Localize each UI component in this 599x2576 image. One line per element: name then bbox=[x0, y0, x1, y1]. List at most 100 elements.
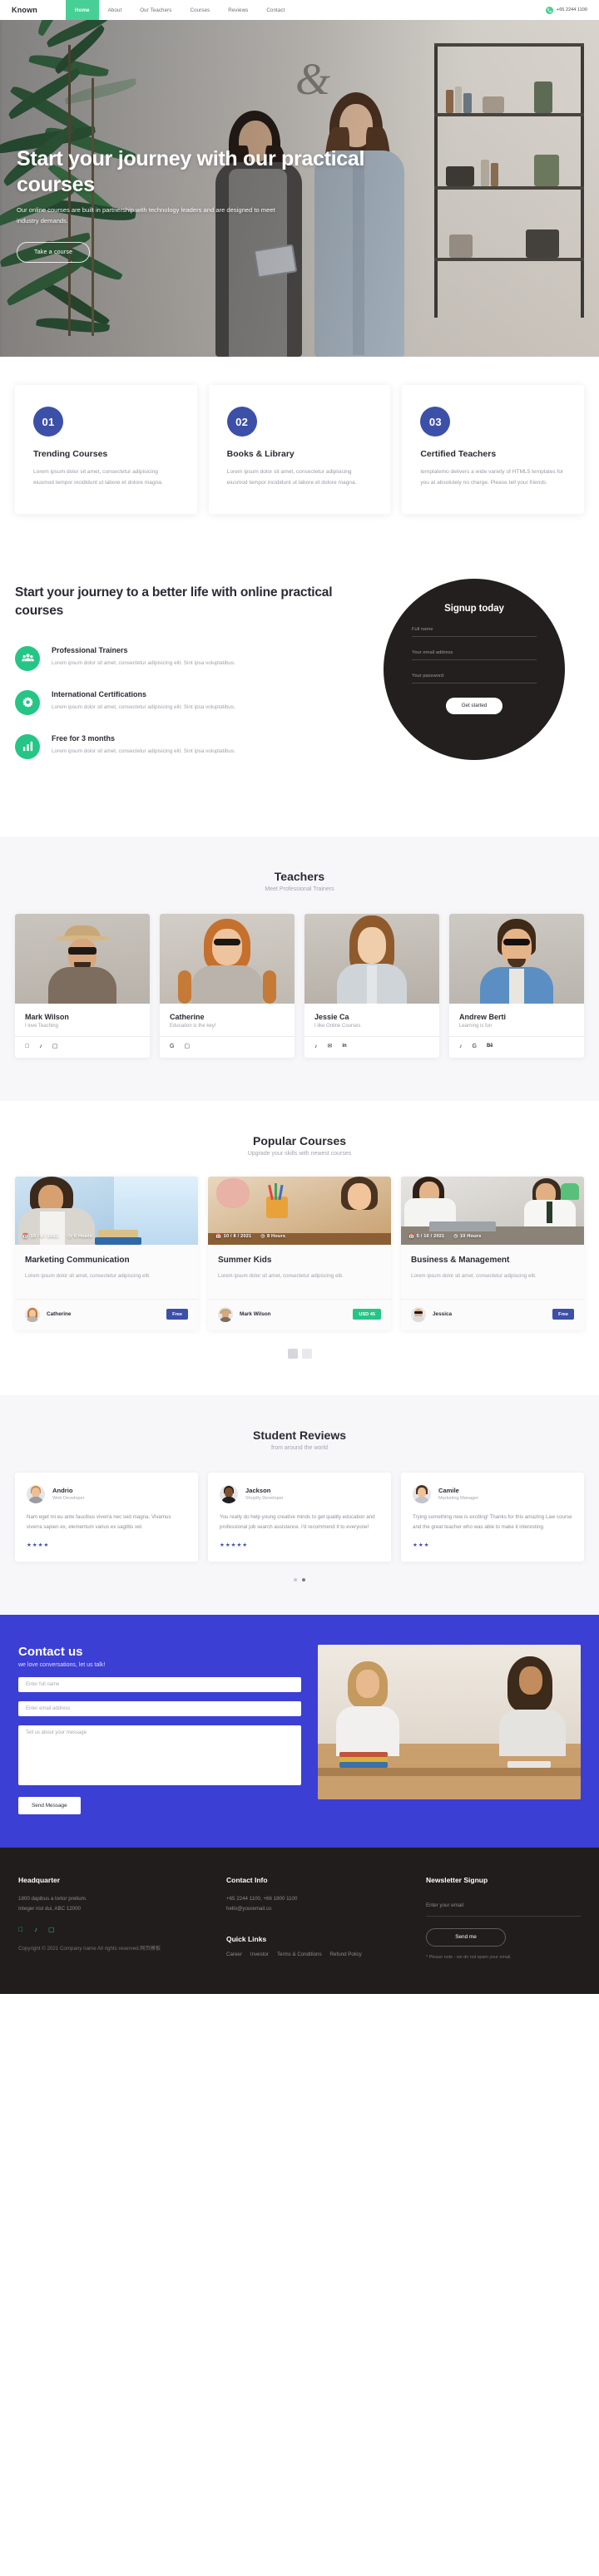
course-author: Catherine bbox=[47, 1311, 72, 1318]
feature-number-badge: 02 bbox=[226, 407, 257, 437]
teacher-name: Andrew Berti bbox=[459, 1012, 507, 1021]
send-message-button[interactable]: Send Message bbox=[18, 1796, 81, 1814]
twitter-icon[interactable]: ♪ bbox=[459, 1044, 463, 1049]
contact-subtitle: we love conversations, let us talk! bbox=[18, 1661, 106, 1668]
teacher-card[interactable]: Catherine Education is the key! G ▢ bbox=[160, 913, 295, 1058]
google-icon[interactable]: G bbox=[170, 1044, 174, 1049]
behance-icon[interactable]: Bē bbox=[487, 1044, 493, 1049]
review-role: Marketing Manager bbox=[438, 1496, 479, 1502]
contact-section: Contact us we love conversations, let us… bbox=[0, 1614, 599, 1848]
course-duration: ◷ 10 Hours bbox=[453, 1233, 482, 1239]
footer-link-investor[interactable]: Investor bbox=[250, 1950, 269, 1961]
nav-item-reviews[interactable]: Reviews bbox=[219, 0, 257, 20]
navbar-phone[interactable]: +65 2244 1100 bbox=[545, 6, 587, 14]
avatar bbox=[27, 1484, 45, 1503]
journey-item-text: Lorem ipsum dolor sit amet, consectetur … bbox=[52, 748, 235, 754]
course-date: 📅 15 / 8 / 2021 bbox=[22, 1233, 59, 1239]
courses-pagination bbox=[0, 1348, 599, 1359]
pagination-next[interactable] bbox=[301, 1348, 312, 1359]
avatar bbox=[218, 1306, 233, 1322]
google-icon[interactable]: G bbox=[473, 1044, 477, 1049]
review-text: Trying something new is exciting! Thanks… bbox=[413, 1513, 572, 1531]
email-icon[interactable]: ✉ bbox=[328, 1044, 333, 1049]
teacher-card[interactable]: Jessie Ca I like Online Courses ♪ ✉ in bbox=[304, 913, 439, 1058]
send-me-button[interactable]: Send me bbox=[426, 1927, 506, 1947]
feature-card-books-library[interactable]: 02 Books & Library Lorem ipsum dolor sit… bbox=[208, 385, 391, 514]
nav-item-our-teachers[interactable]: Our Teachers bbox=[131, 0, 181, 20]
clock-icon: ◷ bbox=[260, 1233, 265, 1239]
review-stars: ★★★ bbox=[413, 1542, 430, 1548]
footer-contact-phone[interactable]: +65 2244 1100, +66 1800 1100 bbox=[226, 1894, 418, 1905]
footer-link-career[interactable]: Career bbox=[226, 1950, 242, 1961]
reviews-dot-1[interactable] bbox=[294, 1577, 297, 1582]
avatar bbox=[25, 1306, 40, 1322]
footer-link-refund-policy[interactable]: Refund Policy bbox=[330, 1950, 362, 1961]
feature-card-trending-courses[interactable]: 01 Trending Courses Lorem ipsum dolor si… bbox=[15, 385, 197, 514]
brand-logo[interactable]: Known bbox=[12, 6, 37, 14]
teachers-title: Teachers bbox=[274, 869, 325, 883]
facebook-icon[interactable]:  bbox=[25, 1044, 29, 1049]
nav-item-courses[interactable]: Courses bbox=[181, 0, 220, 20]
footer-link-terms[interactable]: Terms & Conditions bbox=[277, 1950, 322, 1961]
reviews-title: Student Reviews bbox=[252, 1428, 347, 1442]
contact-name-placeholder: Enter full name bbox=[26, 1681, 60, 1687]
review-author: Andrio bbox=[52, 1487, 73, 1495]
feature-title: Trending Courses bbox=[33, 449, 108, 459]
teacher-role: I love Teaching bbox=[25, 1023, 58, 1029]
review-card: Jackson Shopify Developer You really do … bbox=[208, 1472, 391, 1562]
contact-message-textarea[interactable]: Tell us about your message bbox=[18, 1725, 301, 1785]
signup-fullname-field[interactable]: Full name bbox=[412, 627, 537, 637]
journey-item-international-certifications: International Certifications Lorem ipsum… bbox=[15, 689, 356, 715]
signup-card: Signup today Full name Your email addres… bbox=[384, 578, 565, 760]
course-title: Summer Kids bbox=[218, 1255, 272, 1265]
footer-contact-email[interactable]: hello@youremail.co bbox=[226, 1904, 418, 1915]
take-a-course-button[interactable]: Take a course bbox=[17, 241, 91, 263]
hero-section: & Start your jou bbox=[0, 20, 599, 357]
get-started-button[interactable]: Get started bbox=[446, 697, 502, 714]
newsletter-email-input[interactable]: Enter your email bbox=[426, 1896, 581, 1917]
footer-contact-info: Contact Info +65 2244 1100, +66 1800 110… bbox=[226, 1876, 418, 1961]
nav-item-about[interactable]: About bbox=[99, 0, 131, 20]
feature-card-certified-teachers[interactable]: 03 Certified Teachers templatemo deliver… bbox=[402, 385, 585, 514]
reviews-section: Student Reviews from around the world An… bbox=[0, 1394, 599, 1615]
contact-email-input[interactable]: Enter email address bbox=[18, 1700, 301, 1716]
calendar-icon: 📅 bbox=[22, 1233, 29, 1239]
signup-title: Signup today bbox=[444, 603, 504, 614]
course-card[interactable]: 📅 5 / 10 / 2021 ◷ 10 Hours Business & Mana… bbox=[401, 1176, 584, 1330]
contact-name-input[interactable]: Enter full name bbox=[18, 1676, 301, 1692]
twitter-icon[interactable]: ♪ bbox=[39, 1044, 42, 1049]
teacher-role: I like Online Courses bbox=[314, 1023, 361, 1029]
feature-number-badge: 01 bbox=[33, 407, 63, 437]
course-date: 📅 10 / 8 / 2021 bbox=[215, 1233, 252, 1239]
journey-item-text: Lorem ipsum dolor sit amet, consectetur … bbox=[52, 659, 235, 666]
signup-password-field[interactable]: Your password bbox=[412, 674, 537, 683]
teacher-name: Catherine bbox=[170, 1012, 205, 1021]
instagram-icon[interactable]: ▢ bbox=[184, 1044, 190, 1049]
journey-item-free-for-3-months: Free for 3 months Lorem ipsum dolor sit … bbox=[15, 733, 356, 759]
teacher-socials:  ♪ ▢ bbox=[15, 1035, 150, 1058]
review-author: Camile bbox=[438, 1487, 459, 1495]
signup-email-field[interactable]: Your email address bbox=[412, 650, 537, 660]
course-card[interactable]: 📅 10 / 8 / 2021 ◷ 8 Hours Summer Kids Lore… bbox=[208, 1176, 391, 1330]
reviews-heading: Student Reviews from around the world bbox=[0, 1429, 599, 1451]
newsletter-email-placeholder: Enter your email bbox=[426, 1902, 464, 1908]
review-stars: ★★★★★ bbox=[220, 1542, 249, 1548]
teacher-role: Education is the key! bbox=[170, 1023, 216, 1029]
nav-item-contact[interactable]: Contact bbox=[257, 0, 294, 20]
instagram-icon[interactable]: ▢ bbox=[48, 1926, 55, 1933]
twitter-icon[interactable]: ♪ bbox=[314, 1044, 318, 1049]
hero-subtitle: Our online courses are built in partners… bbox=[17, 206, 275, 225]
instagram-icon[interactable]: ▢ bbox=[52, 1044, 58, 1049]
twitter-icon[interactable]: ♪ bbox=[34, 1926, 37, 1933]
teacher-card[interactable]: Mark Wilson I love Teaching  ♪ ▢ bbox=[15, 913, 150, 1058]
features-section: 01 Trending Courses Lorem ipsum dolor si… bbox=[0, 357, 599, 552]
teacher-socials: ♪ ✉ in bbox=[304, 1035, 439, 1058]
course-card[interactable]: 📅 15 / 8 / 2021 ◷ 6 Hours Marketing Commun… bbox=[15, 1176, 198, 1330]
pagination-prev[interactable] bbox=[287, 1348, 298, 1359]
facebook-icon[interactable]:  bbox=[18, 1926, 23, 1933]
teacher-card[interactable]: Andrew Berti Learning is fun ♪ G Bē bbox=[449, 913, 584, 1058]
linkedin-icon[interactable]: in bbox=[342, 1044, 346, 1049]
nav-item-home[interactable]: Home bbox=[66, 0, 99, 20]
signup-email-placeholder: Your email address bbox=[412, 649, 453, 655]
reviews-dot-2[interactable] bbox=[302, 1577, 305, 1582]
